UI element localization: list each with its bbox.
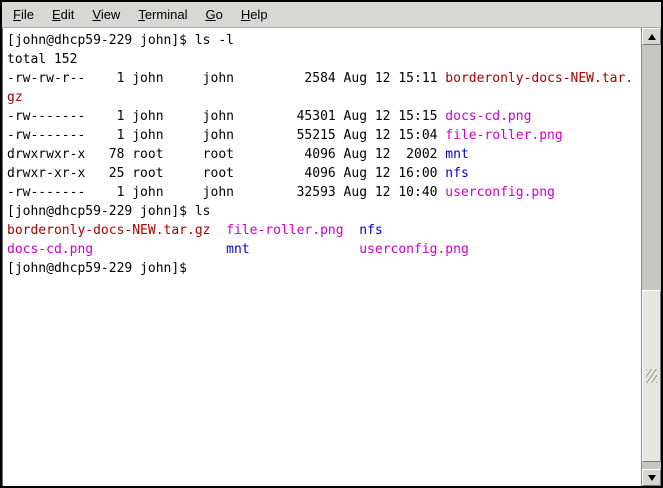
up-arrow-icon — [648, 34, 656, 40]
text-segment: drwxr-xr-x 25 root root 4096 Aug 12 16:0… — [7, 166, 445, 181]
terminal-line: drwxr-xr-x 25 root root 4096 Aug 12 16:0… — [7, 164, 641, 183]
text-segment: gz — [7, 90, 23, 105]
menu-file[interactable]: File — [4, 3, 43, 26]
text-segment: -rw------- 1 john john 32593 Aug 12 10:4… — [7, 185, 445, 200]
scroll-down-button[interactable] — [642, 469, 661, 486]
text-segment: nfs — [445, 166, 468, 181]
down-arrow-icon — [648, 475, 656, 481]
text-segment: [john@dhcp59-229 john]$ — [7, 261, 187, 276]
text-segment: [john@dhcp59-229 john]$ ls -l — [7, 33, 234, 48]
menu-view[interactable]: View — [83, 3, 129, 26]
text-segment: drwxrwxr-x 78 root root 4096 Aug 12 2002 — [7, 147, 445, 162]
text-segment: -rw------- 1 john john 45301 Aug 12 15:1… — [7, 109, 445, 124]
text-segment: docs-cd.png — [445, 109, 531, 124]
text-segment: mnt — [226, 242, 249, 257]
menu-go[interactable]: Go — [196, 3, 231, 26]
text-segment — [250, 242, 360, 257]
terminal-line: gz — [7, 88, 641, 107]
text-segment: borderonly-docs-NEW.tar. — [445, 71, 633, 86]
terminal-line: -rw-rw-r-- 1 john john 2584 Aug 12 15:11… — [7, 69, 641, 88]
terminal-body: [john@dhcp59-229 john]$ ls -l total 152 -r… — [2, 28, 661, 486]
scrollbar-track[interactable] — [642, 45, 661, 469]
text-segment: file-roller.png — [445, 128, 562, 143]
menu-edit[interactable]: Edit — [43, 3, 83, 26]
text-segment: userconfig.png — [445, 185, 555, 200]
terminal-window: File Edit View Terminal Go Help [john@dh… — [0, 0, 663, 488]
text-segment: -rw------- 1 john john 55215 Aug 12 15:0… — [7, 128, 445, 143]
thumb-grip-icon — [646, 369, 657, 383]
terminal-line: -rw------- 1 john john 55215 Aug 12 15:0… — [7, 126, 641, 145]
terminal-line: [john@dhcp59-229 john]$ ls -l — [7, 31, 641, 50]
terminal-line: -rw------- 1 john john 45301 Aug 12 15:1… — [7, 107, 641, 126]
terminal-line: borderonly-docs-NEW.tar.gz file-roller.p… — [7, 221, 641, 240]
scrollbar — [641, 28, 661, 486]
terminal-line: [john@dhcp59-229 john]$ — [7, 259, 641, 278]
terminal-line: drwxrwxr-x 78 root root 4096 Aug 12 2002… — [7, 145, 641, 164]
menubar: File Edit View Terminal Go Help — [2, 2, 661, 28]
terminal-output[interactable]: [john@dhcp59-229 john]$ ls -l total 152 -r… — [2, 28, 641, 486]
text-segment: borderonly-docs-NEW.tar.gz — [7, 223, 211, 238]
text-segment — [344, 223, 360, 238]
terminal-line: -rw------- 1 john john 32593 Aug 12 10:4… — [7, 183, 641, 202]
menu-terminal[interactable]: Terminal — [129, 3, 196, 26]
terminal-line: total 152 — [7, 50, 641, 69]
text-segment: nfs — [359, 223, 382, 238]
text-segment — [93, 242, 226, 257]
text-segment: mnt — [445, 147, 468, 162]
terminal-line: [john@dhcp59-229 john]$ ls — [7, 202, 641, 221]
text-segment: [john@dhcp59-229 john]$ ls — [7, 204, 211, 219]
scroll-up-button[interactable] — [642, 28, 661, 45]
text-segment: total 152 — [7, 52, 77, 67]
menu-help[interactable]: Help — [232, 3, 277, 26]
text-segment: userconfig.png — [359, 242, 469, 257]
text-segment: file-roller.png — [226, 223, 343, 238]
terminal-line: docs-cd.png mnt userconfig.png — [7, 240, 641, 259]
text-segment: docs-cd.png — [7, 242, 93, 257]
scrollbar-thumb[interactable] — [642, 290, 661, 462]
text-segment — [211, 223, 227, 238]
text-segment: -rw-rw-r-- 1 john john 2584 Aug 12 15:11 — [7, 71, 445, 86]
